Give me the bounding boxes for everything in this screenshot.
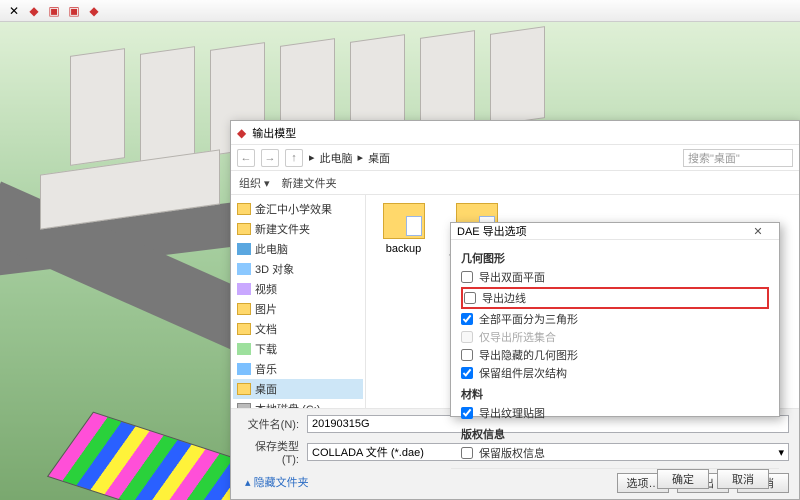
export-dialog-titlebar[interactable]: ◆ 输出模型 [231, 121, 799, 145]
toolbar-icon-5[interactable]: ◆ [86, 3, 102, 19]
organize-menu[interactable]: 组织 ▾ [239, 175, 270, 191]
geom-checkbox[interactable]: 导出边线 [464, 289, 766, 307]
geom-checkbox[interactable]: 导出隐藏的几何图形 [461, 346, 769, 364]
sidebar-item[interactable]: 文档 [233, 319, 363, 339]
nav-up-button[interactable]: ↑ [285, 149, 303, 167]
check-export-textures[interactable]: 导出纹理贴图 [461, 404, 769, 422]
nav-back-button[interactable]: ← [237, 149, 255, 167]
file-item[interactable]: backup [376, 203, 431, 255]
section-material: 材料 [461, 386, 769, 402]
options-title: DAE 导出选项 [457, 223, 527, 239]
ok-button[interactable]: 确定 [657, 469, 709, 489]
sidebar-item[interactable]: 本地磁盘 (C:) [233, 399, 363, 408]
dialog-toolbar: 组织 ▾ 新建文件夹 [231, 171, 799, 195]
export-dialog-title: 输出模型 [252, 125, 296, 141]
nav-sidebar[interactable]: 金汇中小学效果新建文件夹此电脑3D 对象视频图片文档下载音乐桌面本地磁盘 (C:… [231, 195, 366, 408]
filename-label: 文件名(N): [241, 416, 299, 432]
geom-checkbox[interactable]: 导出双面平面 [461, 268, 769, 286]
geom-checkbox[interactable]: 全部平面分为三角形 [461, 310, 769, 328]
sidebar-item[interactable]: 下载 [233, 339, 363, 359]
geom-checkbox[interactable]: 保留组件层次结构 [461, 364, 769, 382]
sidebar-item[interactable]: 此电脑 [233, 239, 363, 259]
sidebar-item[interactable]: 新建文件夹 [233, 219, 363, 239]
filetype-label: 保存类型(T): [241, 438, 299, 466]
sidebar-item[interactable]: 视频 [233, 279, 363, 299]
options-titlebar[interactable]: DAE 导出选项 ✕ [451, 223, 779, 240]
sketchup-icon: ◆ [237, 126, 246, 140]
section-credits: 版权信息 [461, 426, 769, 442]
hide-folders-link[interactable]: ▴ 隐藏文件夹 [241, 474, 309, 490]
geom-checkbox: 仅导出所选集合 [461, 328, 769, 346]
dae-options-dialog: DAE 导出选项 ✕ 几何图形 导出双面平面导出边线全部平面分为三角形仅导出所选… [450, 222, 780, 417]
sidebar-item[interactable]: 图片 [233, 299, 363, 319]
sidebar-item[interactable]: 3D 对象 [233, 259, 363, 279]
options-cancel-button[interactable]: 取消 [717, 469, 769, 489]
app-toolbar: ✕ ◆ ▣ ▣ ◆ [0, 0, 800, 22]
search-input[interactable]: 搜索"桌面" [683, 149, 793, 167]
section-geometry: 几何图形 [461, 250, 769, 266]
toolbar-icon-2[interactable]: ◆ [26, 3, 42, 19]
sidebar-item[interactable]: 桌面 [233, 379, 363, 399]
sidebar-item[interactable]: 金汇中小学效果 [233, 199, 363, 219]
toolbar-icon-3[interactable]: ▣ [46, 3, 62, 19]
nav-fwd-button[interactable]: → [261, 149, 279, 167]
sidebar-item[interactable]: 音乐 [233, 359, 363, 379]
breadcrumb[interactable]: ▸此电脑▸桌面 [309, 150, 677, 166]
toolbar-icon-1[interactable]: ✕ [6, 3, 22, 19]
new-folder-button[interactable]: 新建文件夹 [282, 175, 337, 191]
toolbar-icon-4[interactable]: ▣ [66, 3, 82, 19]
nav-bar: ← → ↑ ▸此电脑▸桌面 搜索"桌面" [231, 145, 799, 171]
close-icon[interactable]: ✕ [743, 225, 773, 238]
check-keep-credits[interactable]: 保留版权信息 [461, 444, 769, 462]
